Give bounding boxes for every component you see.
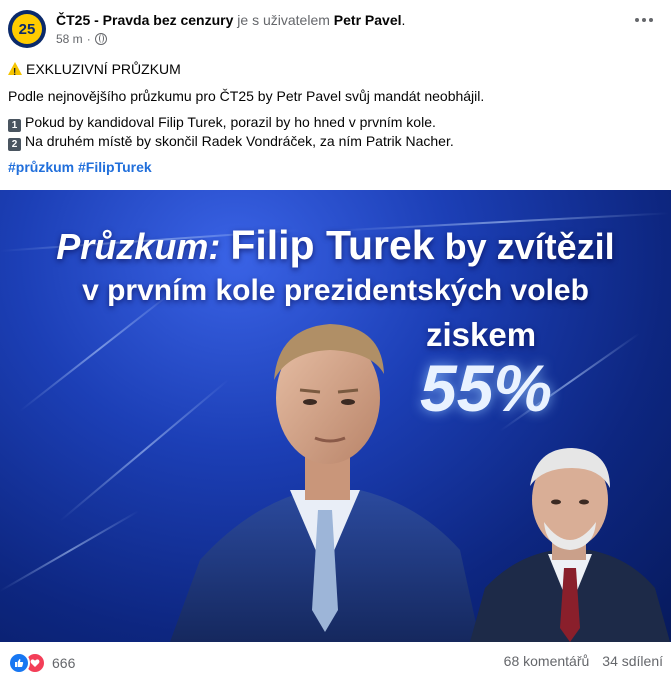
post-text-item-2: 2 Na druhém místě by skončil Radek Vondrá… (8, 132, 454, 151)
warning-icon (8, 62, 22, 82)
with-text: je s uživatelem (233, 12, 334, 28)
headline-name: Filip Turek (230, 222, 435, 268)
image-ziskem-text: ziskem (426, 316, 537, 353)
globe-icon[interactable] (94, 33, 107, 45)
reaction-count: 666 (52, 655, 76, 671)
tagged-person-link[interactable]: Petr Pavel (334, 12, 402, 28)
post-text-line-2: Podle nejnovějšího průzkumu pro ČT25 by … (8, 88, 485, 104)
item-2-text: Na druhém místě by skončil Radek Vondráč… (25, 133, 454, 149)
post-image[interactable]: Průzkum: Filip Turek by zvítězil v první… (0, 190, 671, 642)
post-meta: 58 m · (56, 32, 107, 46)
post-footer: 666 68 komentářů 34 sdílení (0, 648, 671, 675)
keycap-1-icon: 1 (8, 119, 21, 132)
post-text-line-1: EXKLUZIVNÍ PRŮZKUM (8, 60, 181, 82)
post-text-item-1: 1 Pokud by kandidoval Filip Turek, porazi… (8, 113, 436, 132)
page-avatar[interactable]: 25 (8, 10, 46, 48)
page-logo: 25 (12, 14, 42, 44)
like-reaction-icon (8, 652, 30, 674)
period: . (401, 12, 406, 28)
meta-separator: · (86, 32, 91, 46)
exclusive-heading: EXKLUZIVNÍ PRŮZKUM (26, 61, 181, 77)
image-percent-text: 55% (420, 351, 553, 425)
page-name-link[interactable]: ČT25 - Pravda bez cenzury (56, 12, 233, 28)
item-1-text: Pokud by kandidoval Filip Turek, porazil… (25, 114, 436, 130)
post-author-line: ČT25 - Pravda bez cenzury je s uživatele… (56, 11, 405, 29)
post-timestamp[interactable]: 58 m (56, 32, 83, 46)
more-options-icon[interactable] (635, 18, 653, 22)
reactions-summary[interactable]: 666 (8, 652, 75, 674)
comments-count-link[interactable]: 68 komentářů (504, 653, 590, 669)
facebook-post: 25 ČT25 - Pravda bez cenzury je s uživat… (0, 0, 671, 675)
shares-count-link[interactable]: 34 sdílení (602, 653, 663, 669)
pavel-portrait (470, 448, 670, 642)
keycap-2-icon: 2 (8, 138, 21, 151)
hashtag-links[interactable]: #průzkum #FilipTurek (8, 158, 152, 177)
post-header: 25 ČT25 - Pravda bez cenzury je s uživat… (0, 0, 671, 56)
image-headline-line-2: v prvním kole prezidentských voleb (82, 274, 589, 307)
headline-prefix: Průzkum: (56, 226, 221, 267)
image-headline-line-1: Průzkum: Filip Turek by zvítězil (0, 222, 671, 269)
headline-rest: by zvítězil (444, 226, 615, 267)
engagement-counts: 68 komentářů 34 sdílení (504, 653, 663, 669)
